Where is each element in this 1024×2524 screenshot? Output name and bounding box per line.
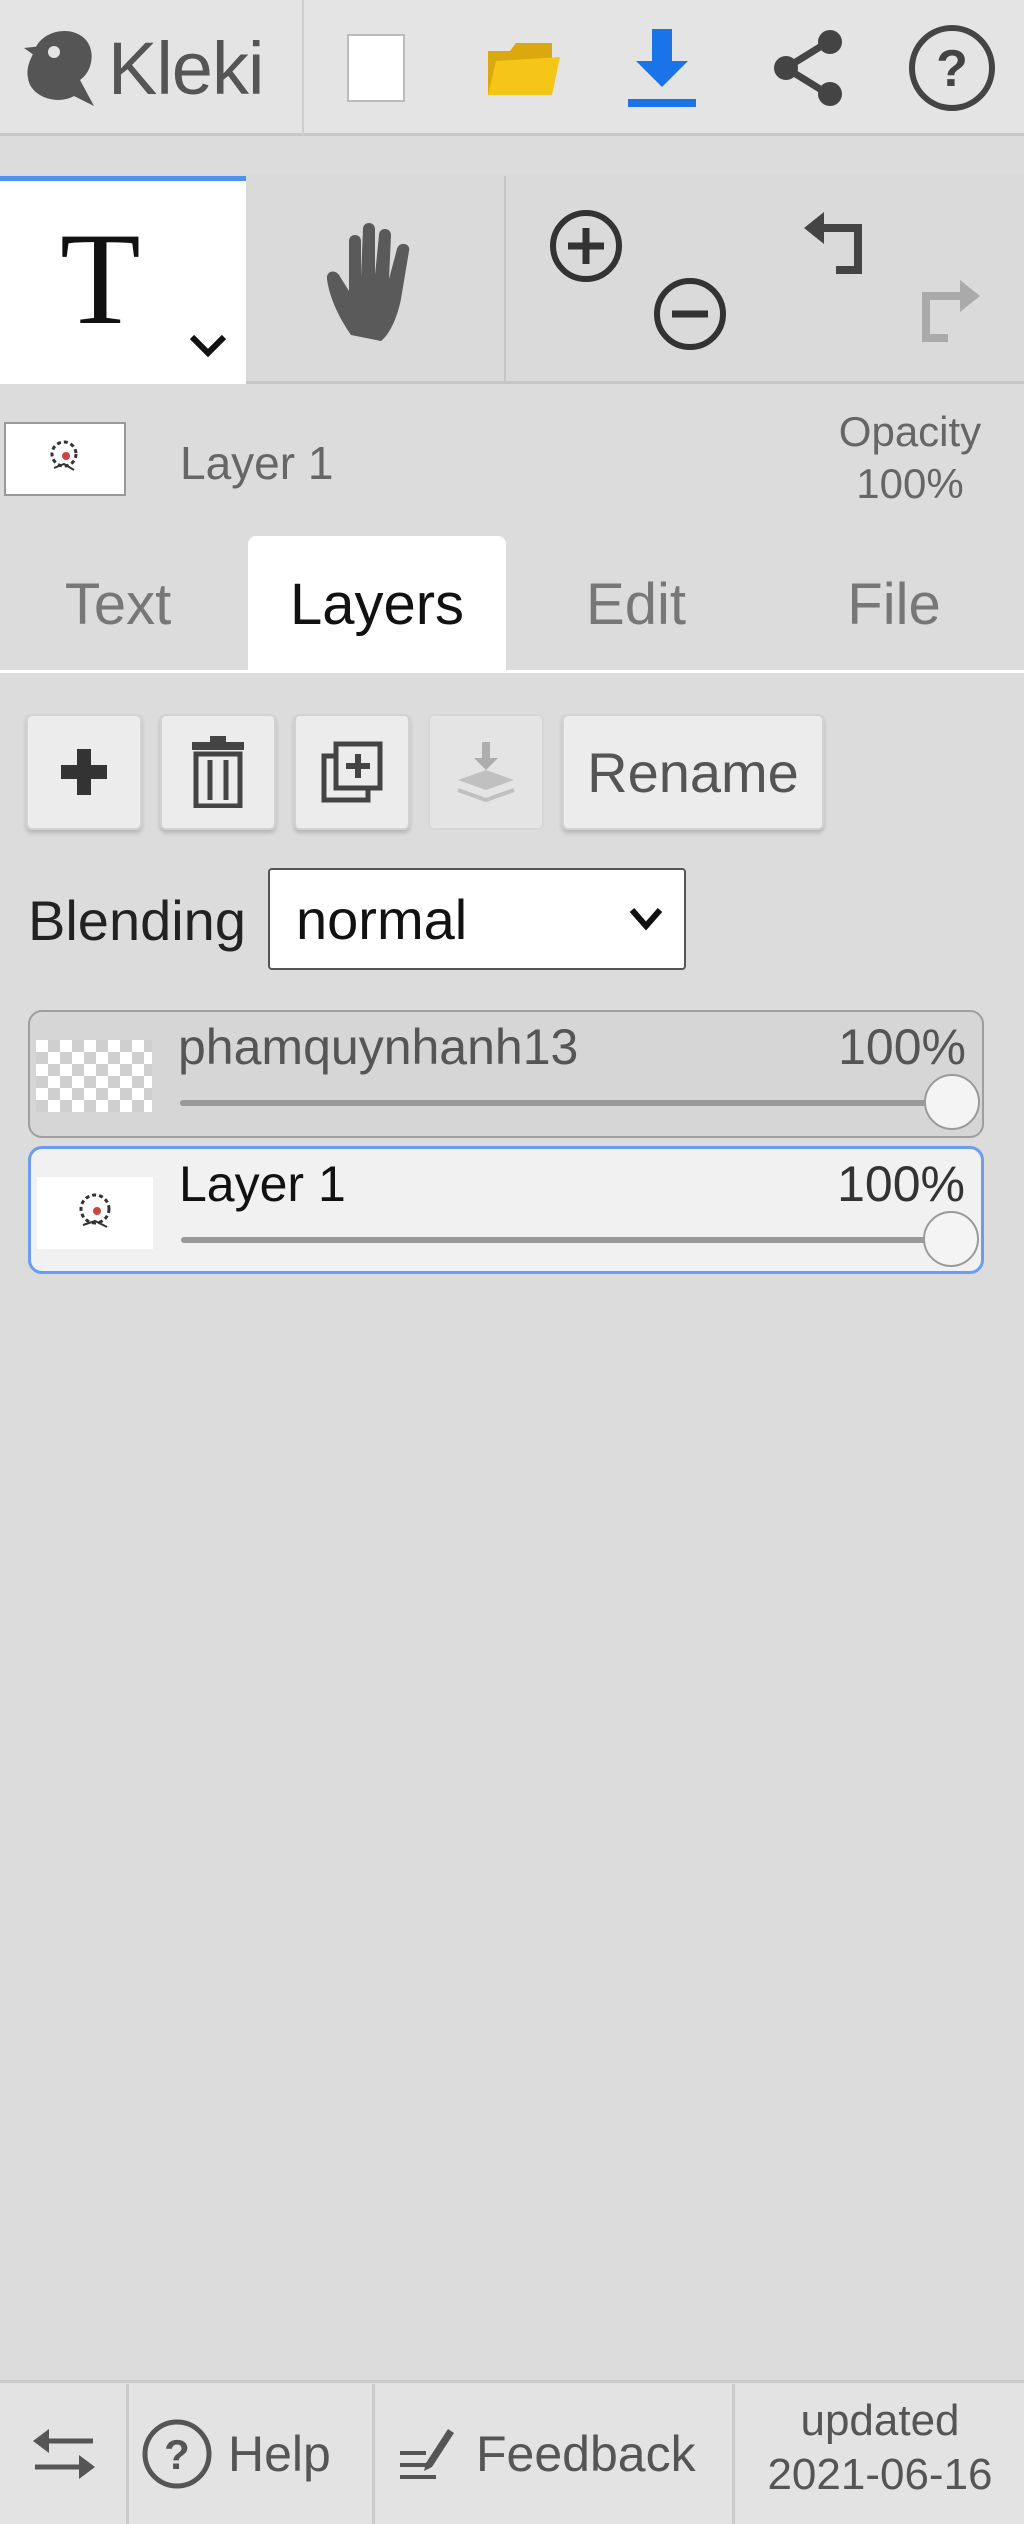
- layer-item[interactable]: phamquynhanh13 100%: [28, 1010, 984, 1138]
- update-info: updated 2021-06-16: [736, 2394, 1024, 2502]
- opacity-value: 100%: [856, 460, 964, 507]
- download-icon: [628, 29, 696, 107]
- feedback-pen-icon: [400, 2429, 454, 2479]
- duplicate-layer-button[interactable]: [294, 714, 410, 830]
- footer-divider: [372, 2384, 375, 2524]
- panel-tabs: Text Layers Edit File: [0, 536, 1024, 674]
- footer-divider: [126, 2384, 129, 2524]
- layer-preview-image: [50, 440, 78, 471]
- redo-icon[interactable]: [904, 274, 984, 354]
- duplicate-layer-icon: [321, 741, 383, 803]
- logo-text: Kleki: [108, 26, 264, 110]
- help-button[interactable]: ?: [882, 0, 1022, 136]
- swap-arrows-icon: [33, 2429, 95, 2479]
- open-folder-icon: [488, 43, 560, 95]
- layer-item-selected[interactable]: Layer 1 100%: [28, 1146, 984, 1274]
- merge-down-button[interactable]: [428, 714, 544, 830]
- help-icon: ?: [909, 25, 995, 111]
- svg-text:?: ?: [936, 40, 968, 98]
- layer-opacity: 100%: [837, 1156, 965, 1212]
- text-tool-icon: T: [60, 205, 141, 352]
- layer-name: phamquynhanh13: [178, 1019, 579, 1075]
- share-button[interactable]: [738, 0, 878, 136]
- tab-layers[interactable]: Layers: [248, 536, 506, 672]
- text-tool-button[interactable]: T: [0, 176, 246, 384]
- slider-handle[interactable]: [923, 1211, 979, 1267]
- tab-text[interactable]: Text: [0, 536, 236, 672]
- svg-text:?: ?: [164, 2431, 190, 2478]
- chevron-down-icon: [629, 908, 663, 931]
- merge-down-icon: [457, 742, 515, 803]
- kleki-logo[interactable]: Kleki: [0, 0, 304, 136]
- add-layer-button[interactable]: [26, 714, 142, 830]
- new-image-icon: [347, 34, 405, 102]
- current-layer-opacity: Opacity 100%: [800, 406, 1020, 510]
- current-layer-name: Layer 1: [180, 437, 334, 489]
- add-layer-icon: [61, 749, 107, 795]
- kleki-bird-icon: [24, 30, 95, 107]
- layer-thumbnail: [36, 1040, 152, 1112]
- tabs-divider: [0, 670, 1024, 673]
- layer-opacity-slider[interactable]: [181, 1211, 979, 1267]
- blending-label: Blending: [28, 889, 246, 952]
- blending-value: normal: [296, 887, 468, 951]
- opacity-label: Opacity: [838, 408, 982, 455]
- delete-layer-button[interactable]: [160, 714, 276, 830]
- layer-preview-image: [79, 1193, 111, 1228]
- layer-name: Layer 1: [179, 1156, 346, 1212]
- undo-icon[interactable]: [800, 206, 880, 286]
- footer-divider: [732, 2384, 735, 2524]
- slider-handle[interactable]: [924, 1074, 980, 1130]
- new-image-button[interactable]: [306, 0, 446, 136]
- layer-thumbnail: [37, 1177, 153, 1249]
- help-link[interactable]: ? Help: [140, 2384, 370, 2524]
- hand-tool-button[interactable]: [248, 176, 506, 384]
- tab-edit[interactable]: Edit: [518, 536, 754, 672]
- updated-label: updated: [800, 2396, 960, 2445]
- feedback-link[interactable]: Feedback: [396, 2384, 716, 2524]
- download-button[interactable]: [592, 0, 732, 136]
- layer-opacity: 100%: [838, 1019, 966, 1075]
- help-icon: ?: [142, 2419, 212, 2489]
- tab-file[interactable]: File: [776, 536, 1012, 672]
- open-file-button[interactable]: [452, 0, 592, 136]
- blending-select[interactable]: normal: [268, 868, 686, 970]
- zoom-in-icon[interactable]: [546, 206, 626, 286]
- updated-date: 2021-06-16: [767, 2450, 993, 2499]
- hand-tool-icon: [326, 223, 410, 341]
- feedback-label: Feedback: [476, 2426, 696, 2482]
- chevron-down-icon[interactable]: [188, 331, 228, 359]
- rename-layer-button[interactable]: Rename: [562, 714, 824, 830]
- current-layer-thumbnail[interactable]: [4, 422, 126, 496]
- layer-opacity-slider[interactable]: [180, 1074, 980, 1130]
- zoom-out-icon[interactable]: [650, 274, 730, 354]
- share-icon: [774, 30, 842, 106]
- swap-side-button[interactable]: [16, 2384, 112, 2524]
- delete-layer-icon: [192, 736, 244, 808]
- help-label: Help: [228, 2426, 331, 2482]
